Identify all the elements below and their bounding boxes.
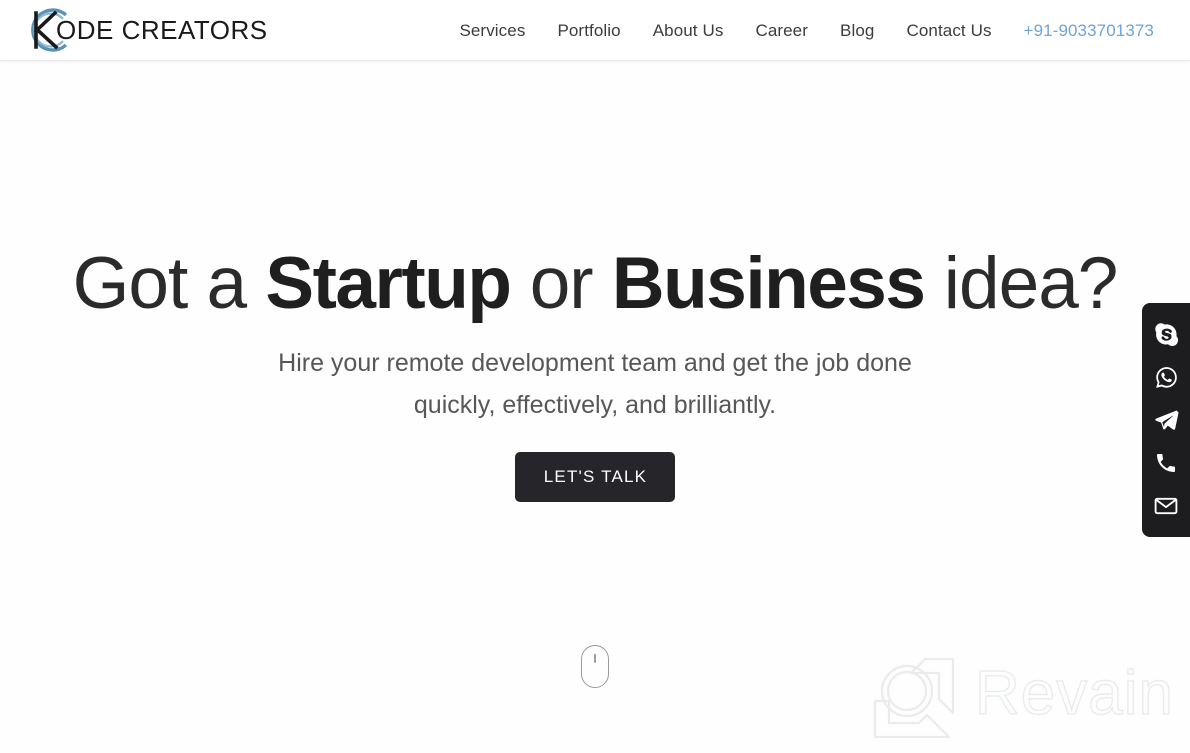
nav-item-blog[interactable]: Blog [824,21,890,41]
site-logo-text: ODE CREATORS [56,14,268,45]
cta-container: LET'S TALK [0,452,1190,502]
nav-item-services[interactable]: Services [443,21,541,41]
hero-section: Got a Startup or Business idea? Hire you… [0,61,1190,753]
hero-subtitle-line-1: Hire your remote development team and ge… [278,349,912,377]
site-logo[interactable]: ODE CREATORS [22,4,268,56]
skype-icon[interactable] [1152,320,1180,348]
site-header: ODE CREATORS Services Portfolio About Us… [0,0,1190,61]
headline-bold-business: Business [611,243,926,324]
kode-creators-circle-k-icon [22,5,76,55]
revain-watermark: Revain [871,655,1174,741]
hero-subtitle-line-2: quickly, effectively, and brilliantly. [413,391,777,419]
phone-icon[interactable] [1152,449,1180,477]
headline-part-1: Got a [72,243,266,324]
nav-item-contact-us[interactable]: Contact Us [890,21,1007,41]
nav-item-about-us[interactable]: About Us [637,21,740,41]
hero-subtitle: Hire your remote development team and ge… [0,342,1190,426]
social-sidebar [1142,303,1190,537]
page-title: Got a Startup or Business idea? [0,243,1190,324]
scroll-mouse-icon[interactable] [581,645,609,688]
nav-item-portfolio[interactable]: Portfolio [541,21,636,41]
headline-part-2: or [510,243,612,324]
whatsapp-icon[interactable] [1152,363,1180,391]
nav-item-career[interactable]: Career [739,21,824,41]
main-navigation: Services Portfolio About Us Career Blog … [443,0,1160,61]
revain-watermark-text: Revain [974,659,1174,728]
lets-talk-button[interactable]: LET'S TALK [514,452,676,502]
headline-part-3: idea? [924,243,1119,324]
headline-bold-startup: Startup [265,243,512,324]
telegram-icon[interactable] [1152,406,1180,434]
revain-logo-icon [871,655,957,741]
nav-item-phone-number[interactable]: +91-9033701373 [1008,21,1160,41]
email-icon[interactable] [1152,492,1180,520]
